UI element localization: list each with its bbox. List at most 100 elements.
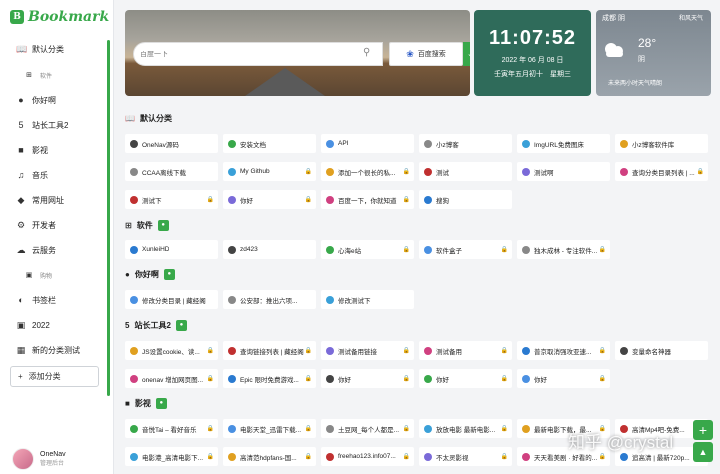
- bookmark-title: OneNav源码: [142, 141, 179, 149]
- sidebar-item-new-test[interactable]: ▦ 新的分类测试: [16, 344, 80, 356]
- bookmark-card[interactable]: 安装文档: [223, 134, 316, 153]
- book-icon: 📖: [16, 43, 28, 54]
- bookmark-card[interactable]: 你好 🔒: [419, 369, 512, 388]
- bookmark-card[interactable]: 变量命名神器: [615, 341, 708, 360]
- site-favicon-icon: [620, 139, 628, 148]
- bookmark-title: 小z博客: [436, 141, 459, 149]
- chevron-down-icon[interactable]: ⌄: [463, 42, 470, 66]
- bookmark-card[interactable]: JS设置cookie、读... 🔒: [125, 341, 218, 360]
- bookmark-card[interactable]: freehao123.info07... 🔒: [321, 447, 414, 466]
- bookmark-card[interactable]: 你好 🔒: [321, 369, 414, 388]
- html5-icon: 5: [125, 320, 130, 330]
- bookmark-card[interactable]: 公安部：推出六项...: [223, 290, 316, 309]
- bookmark-card[interactable]: 小z博客: [419, 134, 512, 153]
- user-profile[interactable]: OneNav 管理后台: [12, 448, 66, 470]
- bookmark-title: 变量命名神器: [632, 348, 671, 356]
- search-engine-button[interactable]: ❀ 百度搜索: [389, 42, 463, 66]
- bookmark-card[interactable]: 土豆网_每个人都是... 🔒: [321, 419, 414, 438]
- cart-icon: ▣: [25, 272, 33, 279]
- bookmark-card[interactable]: 测试备用链接 🔒: [321, 341, 414, 360]
- sidebar-item-hello[interactable]: ● 你好啊: [16, 94, 56, 106]
- weather-city: 成都 阴: [602, 15, 625, 22]
- bookmark-card[interactable]: 你好 🔒: [517, 369, 610, 388]
- sidebar-item-music[interactable]: ♫ 音乐: [16, 169, 48, 181]
- sidebar-item-bookmarks-bar[interactable]: ◐ 书签栏: [16, 294, 56, 306]
- bookmark-card[interactable]: 电影天堂_迅雷下载... 🔒: [223, 419, 316, 438]
- search-input[interactable]: [140, 50, 355, 58]
- lock-icon: 🔒: [402, 454, 410, 460]
- search-icon[interactable]: ⚲: [363, 47, 370, 58]
- bookmark-card[interactable]: 查询链接列表 | 藏经阁 🔒: [223, 341, 316, 360]
- bookmark-card[interactable]: 百度一下，你就知道 🔒: [321, 190, 414, 209]
- bookmark-title: 高清范hdpfans-国...: [240, 454, 297, 462]
- bookmark-card[interactable]: 测试下 🔒: [125, 190, 218, 209]
- watermark: 知乎 @crystal: [568, 433, 674, 452]
- bookmark-card[interactable]: 查询分类目录列表 | ... 🔒: [615, 162, 708, 181]
- bookmark-card[interactable]: 测试啊: [517, 162, 610, 181]
- bookmark-card[interactable]: 搜狗: [419, 190, 512, 209]
- bookmark-card[interactable]: 高清范hdpfans-国... 🔒: [223, 447, 316, 466]
- bookmark-title: API: [338, 140, 349, 147]
- site-favicon-icon: [228, 195, 236, 204]
- bookmark-card[interactable]: 不太灵影视 🔒: [419, 447, 512, 466]
- sidebar-item-2022[interactable]: ▣ 2022: [16, 319, 50, 331]
- bookmark-card[interactable]: 独木成林 - 专注软件... 🔒: [517, 240, 610, 259]
- bookmark-card[interactable]: 电影港_高清电影下... 🔒: [125, 447, 218, 466]
- bookmark-card[interactable]: 修改分类目录 | 藏经阁: [125, 290, 218, 309]
- clock-widget: 11:07:52 2022 年 06 月 08 日 壬寅年五月初十 星期三: [474, 10, 591, 96]
- bookmark-card[interactable]: 测试: [419, 162, 512, 181]
- site-favicon-icon: [130, 295, 138, 304]
- add-bookmark-button[interactable]: +: [693, 420, 713, 440]
- bookmark-title: 你好: [534, 376, 547, 384]
- scroll-top-button[interactable]: ▲: [693, 442, 713, 462]
- sidebar-scrollbar[interactable]: [107, 40, 110, 396]
- sidebar-item-default[interactable]: 📖 默认分类: [16, 43, 64, 55]
- sidebar-item-cloud[interactable]: ☁ 云服务: [16, 244, 57, 256]
- admin-link[interactable]: 管理后台: [40, 458, 66, 467]
- sidebar-item-video[interactable]: ■ 影视: [16, 144, 48, 156]
- bookmark-card[interactable]: API: [321, 134, 414, 153]
- bookmark-card[interactable]: 修改测试下: [321, 290, 414, 309]
- bookmark-card[interactable]: 软件盒子 🔒: [419, 240, 512, 259]
- bookmark-title: 你好: [338, 376, 351, 384]
- add-category-button[interactable]: + 添加分类: [10, 366, 99, 387]
- lock-icon: 🔒: [598, 348, 606, 354]
- bookmark-card[interactable]: XunleiHD: [125, 240, 218, 259]
- bookmark-card[interactable]: 小z博客软件库: [615, 134, 708, 153]
- site-favicon-icon: [326, 295, 334, 304]
- bookmark-title: freehao123.info07...: [338, 453, 396, 460]
- bookmark-card[interactable]: 你好 🔒: [223, 190, 316, 209]
- lock-icon: 🔒: [206, 454, 214, 460]
- site-favicon-icon: [424, 346, 432, 355]
- bookmark-card[interactable]: 添加一个很长的私... 🔒: [321, 162, 414, 181]
- header-banner: ⚲ ❀百度搜索 ⌄: [125, 10, 470, 96]
- bookmark-card[interactable]: CCAA离线下载: [125, 162, 218, 181]
- bookmark-card[interactable]: 心海e站 🔒: [321, 240, 414, 259]
- bookmark-card[interactable]: My Github 🔒: [223, 162, 316, 181]
- site-favicon-icon: [228, 424, 236, 433]
- bookmark-card[interactable]: onenav 增加网页图... 🔒: [125, 369, 218, 388]
- bookmark-card[interactable]: 普京取消强攻亚速... 🔒: [517, 341, 610, 360]
- sidebar-item-software[interactable]: ⊞ 软件: [24, 69, 52, 81]
- bookmark-card[interactable]: 放放电影 最新电影... 🔒: [419, 419, 512, 438]
- site-favicon-icon: [326, 139, 334, 148]
- site-favicon-icon: [522, 374, 530, 383]
- bookmark-card[interactable]: zd423: [223, 240, 316, 259]
- weather-source[interactable]: 和风天气: [679, 13, 703, 22]
- sidebar-item-webtools[interactable]: 5 站长工具2: [16, 119, 68, 131]
- bookmark-card[interactable]: 测试备用 🔒: [419, 341, 512, 360]
- bookmark-card[interactable]: OneNav源码: [125, 134, 218, 153]
- bookmark-card[interactable]: 音悦Tai – 看好音乐 🔒: [125, 419, 218, 438]
- sidebar-item-developer[interactable]: ⚙ 开发者: [16, 219, 56, 231]
- sidebar-item-common[interactable]: ◆ 常用网址: [16, 194, 64, 206]
- site-favicon-icon: [130, 424, 138, 433]
- bookmark-card[interactable]: Epic 限时免费游戏... 🔒: [223, 369, 316, 388]
- cube-icon: ◆: [17, 194, 25, 205]
- bookmark-card[interactable]: ImgURL免费图床: [517, 134, 610, 153]
- app-logo[interactable]: B Bookmark: [10, 8, 109, 26]
- weather-cond: 阴: [638, 56, 645, 63]
- site-favicon-icon: [424, 195, 432, 204]
- sidebar-item-shopping[interactable]: ▣ 购物: [24, 269, 52, 281]
- clock-lunar: 壬寅年五月初十 星期三: [494, 71, 571, 78]
- bookmark-title: 你好: [240, 197, 253, 205]
